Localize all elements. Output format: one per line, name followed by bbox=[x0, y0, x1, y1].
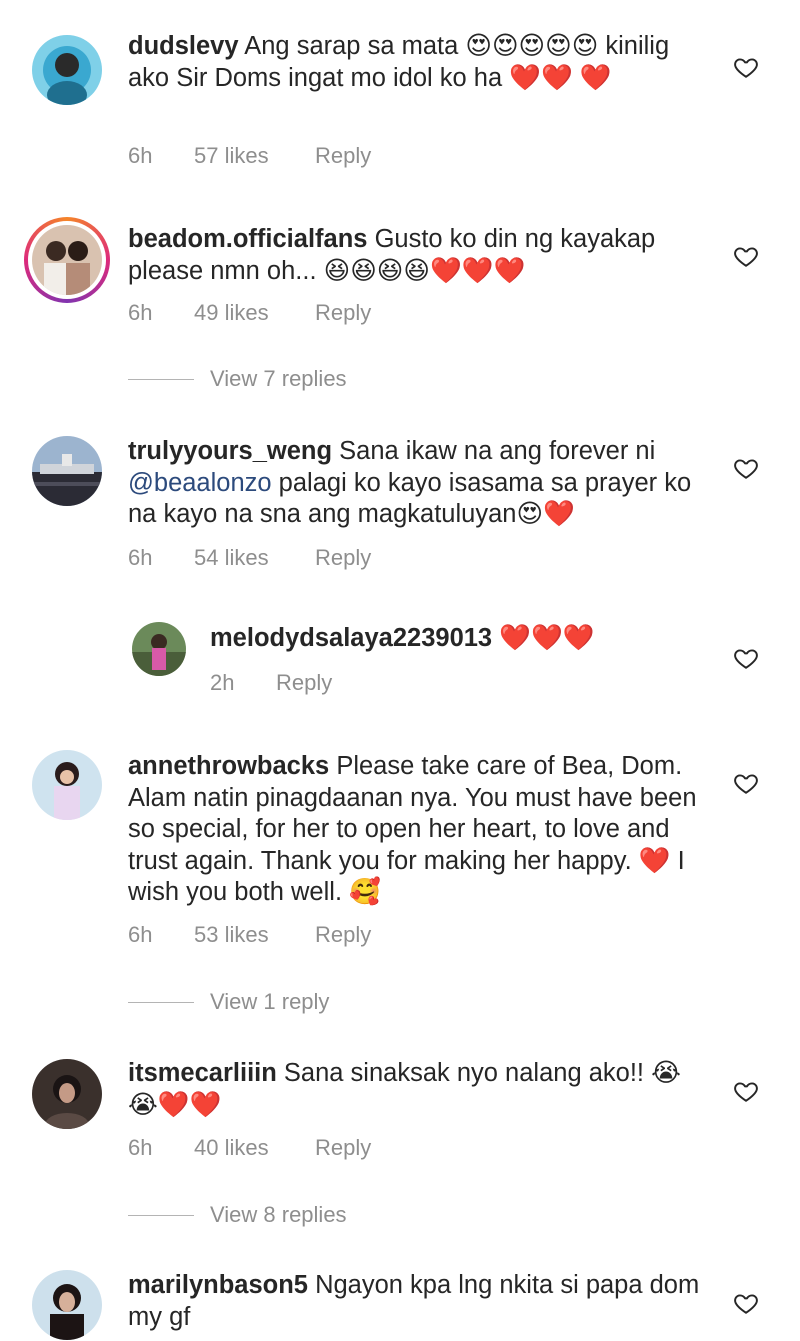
comment-username[interactable]: annethrowbacks bbox=[128, 752, 329, 780]
comment-likes[interactable]: 53 likes bbox=[194, 922, 315, 948]
comment-text: marilynbason5 Ngayon kpa lng nkita si pa… bbox=[128, 1270, 708, 1333]
comment-time[interactable]: 6h bbox=[128, 143, 194, 169]
view-replies-button[interactable]: View 8 replies bbox=[128, 1202, 347, 1228]
comment-likes[interactable]: 57 likes bbox=[194, 143, 315, 169]
reply-button[interactable]: Reply bbox=[315, 545, 371, 571]
heart-outline-icon[interactable] bbox=[733, 455, 759, 481]
heart-outline-icon[interactable] bbox=[733, 1078, 759, 1104]
comment-likes[interactable]: 40 likes bbox=[194, 1135, 315, 1161]
comment-text: beadom.officialfans Gusto ko din ng kaya… bbox=[128, 224, 708, 287]
view-replies-label: View 1 reply bbox=[210, 989, 330, 1014]
comment-time[interactable]: 6h bbox=[128, 1135, 194, 1161]
reply-button[interactable]: Reply bbox=[315, 1135, 371, 1161]
comment-username[interactable]: melodydsalaya2239013 bbox=[210, 624, 492, 652]
heart-outline-icon[interactable] bbox=[733, 54, 759, 80]
story-ring[interactable] bbox=[24, 217, 110, 303]
comment-meta: 2h Reply bbox=[210, 670, 332, 696]
reply-button[interactable]: Reply bbox=[315, 922, 371, 948]
comment-time[interactable]: 6h bbox=[128, 922, 194, 948]
comment-text: dudslevy Ang sarap sa mata 😍😍😍😍😍 kinilig… bbox=[128, 31, 708, 94]
comment-likes[interactable]: 49 likes bbox=[194, 300, 315, 326]
comment-username[interactable]: marilynbason5 bbox=[128, 1271, 308, 1299]
view-replies-label: View 8 replies bbox=[210, 1202, 347, 1227]
comment-username[interactable]: trulyyours_weng bbox=[128, 437, 332, 465]
comment-meta: 6h 54 likes Reply bbox=[128, 545, 371, 571]
heart-outline-icon[interactable] bbox=[733, 243, 759, 269]
comment-meta: 6h 57 likes Reply bbox=[128, 143, 371, 169]
comment-text: annethrowbacks Please take care of Bea, … bbox=[128, 751, 708, 909]
comment-meta: 6h 40 likes Reply bbox=[128, 1135, 371, 1161]
comment-text: melodydsalaya2239013 ❤️❤️❤️ bbox=[210, 623, 710, 655]
mention-link[interactable]: @beaalonzo bbox=[128, 469, 272, 497]
avatar bbox=[32, 225, 102, 295]
view-replies-button[interactable]: View 1 reply bbox=[128, 989, 329, 1015]
view-replies-label: View 7 replies bbox=[210, 366, 347, 391]
comment-text: itsmecarliiin Sana sinaksak nyo nalang a… bbox=[128, 1058, 708, 1121]
heart-outline-icon[interactable] bbox=[733, 1290, 759, 1316]
view-replies-divider bbox=[128, 378, 194, 380]
avatar[interactable] bbox=[32, 35, 102, 105]
comment-body-start: Sana ikaw na ang forever ni bbox=[339, 437, 656, 465]
avatar[interactable] bbox=[32, 1059, 102, 1129]
comment-body: ❤️❤️❤️ bbox=[499, 624, 595, 652]
view-replies-button[interactable]: View 7 replies bbox=[128, 366, 347, 392]
view-replies-divider bbox=[128, 1001, 194, 1003]
comment-username[interactable]: beadom.officialfans bbox=[128, 225, 367, 253]
avatar[interactable] bbox=[32, 750, 102, 820]
reply-button[interactable]: Reply bbox=[315, 143, 371, 169]
comment-meta: 6h 53 likes Reply bbox=[128, 922, 371, 948]
avatar[interactable] bbox=[32, 1270, 102, 1340]
comment-username[interactable]: itsmecarliiin bbox=[128, 1059, 277, 1087]
avatar[interactable] bbox=[132, 622, 186, 676]
avatar[interactable] bbox=[32, 436, 102, 506]
comment-likes[interactable]: 54 likes bbox=[194, 545, 315, 571]
heart-outline-icon[interactable] bbox=[733, 770, 759, 796]
comment-time[interactable]: 2h bbox=[210, 670, 276, 696]
comment-meta: 6h 49 likes Reply bbox=[128, 300, 371, 326]
comment-username[interactable]: dudslevy bbox=[128, 32, 239, 60]
view-replies-divider bbox=[128, 1214, 194, 1216]
reply-button[interactable]: Reply bbox=[315, 300, 371, 326]
heart-outline-icon[interactable] bbox=[733, 645, 759, 671]
comment-time[interactable]: 6h bbox=[128, 300, 194, 326]
comment-time[interactable]: 6h bbox=[128, 545, 194, 571]
reply-button[interactable]: Reply bbox=[276, 670, 332, 696]
comment-text: trulyyours_weng Sana ikaw na ang forever… bbox=[128, 436, 708, 531]
